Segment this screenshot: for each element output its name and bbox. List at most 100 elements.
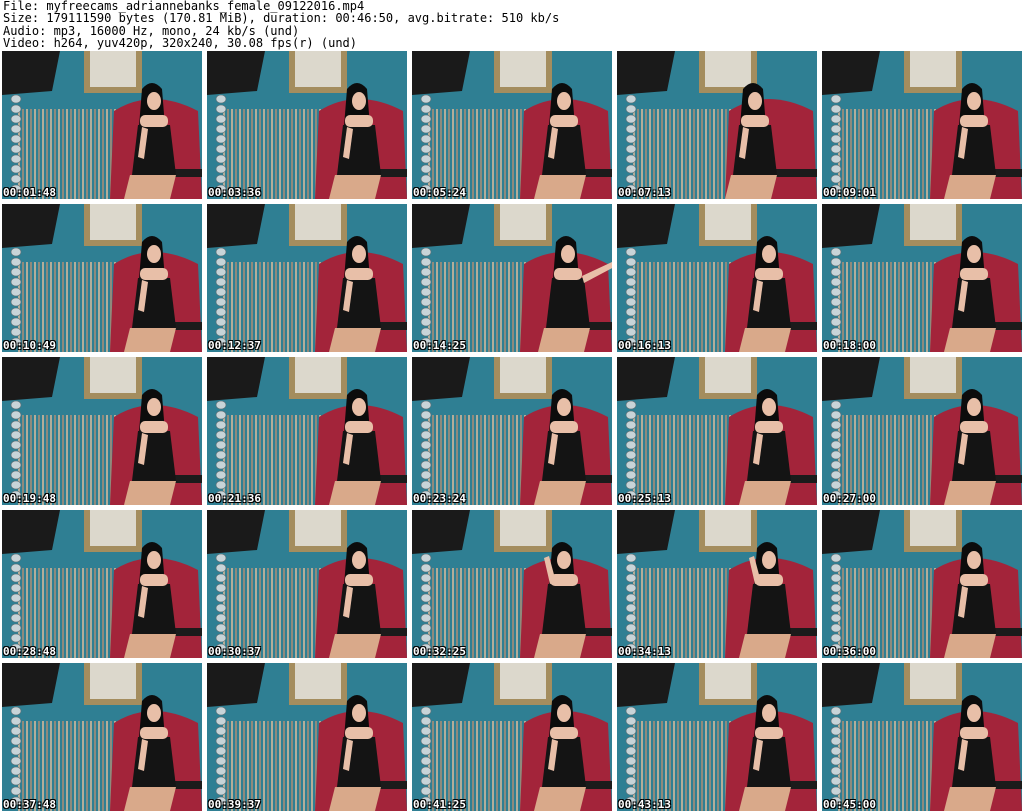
frame-image [207,51,407,199]
video-frame-thumbnail: 00:34:13 [617,510,817,658]
frame-image [207,510,407,658]
frame-image [822,663,1022,811]
lamp-shade [617,663,675,707]
frame-timestamp: 00:03:36 [208,186,261,199]
lamp-shade [617,510,675,554]
lamp-shade [412,51,470,95]
frame-timestamp: 00:05:24 [413,186,466,199]
video-frame-thumbnail: 00:39:37 [207,663,407,811]
frame-image [822,51,1022,199]
video-frame-thumbnail: 00:43:13 [617,663,817,811]
video-frame-thumbnail: 00:23:24 [412,357,612,505]
frame-image [617,663,817,811]
frame-timestamp: 00:45:00 [823,798,876,811]
frame-timestamp: 00:18:00 [823,339,876,352]
lamp-shade [617,204,675,248]
lamp-shade [412,663,470,707]
lamp-shade [2,204,60,248]
frame-image [412,357,612,505]
lamp-shade [412,357,470,401]
video-frame-thumbnail: 00:16:13 [617,204,817,352]
frame-image [412,204,612,352]
frame-image [617,204,817,352]
lamp-shade [207,204,265,248]
video-frame-thumbnail: 00:37:48 [2,663,202,811]
lamp-shade [2,663,60,707]
frame-timestamp: 00:30:37 [208,645,261,658]
frame-timestamp: 00:01:48 [3,186,56,199]
video-frame-thumbnail: 00:27:00 [822,357,1022,505]
video-frame-thumbnail: 00:32:25 [412,510,612,658]
video-frame-thumbnail: 00:36:00 [822,510,1022,658]
frame-timestamp: 00:39:37 [208,798,261,811]
video-frame-thumbnail: 00:01:48 [2,51,202,199]
frame-image [2,357,202,505]
frame-timestamp: 00:12:37 [208,339,261,352]
video-frame-thumbnail: 00:21:36 [207,357,407,505]
frame-timestamp: 00:36:00 [823,645,876,658]
lamp-shade [412,204,470,248]
lamp-shade [207,357,265,401]
frame-image [412,51,612,199]
frame-image [2,663,202,811]
file-size-line: Size: 179111590 bytes (170.81 MiB), dura… [3,11,560,26]
lamp-shade [822,204,880,248]
video-frame-thumbnail: 00:18:00 [822,204,1022,352]
frame-image [822,357,1022,505]
video-frame-thumbnail: 00:12:37 [207,204,407,352]
frame-image [617,51,817,199]
lamp-shade [822,663,880,707]
lamp-shade [2,357,60,401]
frame-image [617,357,817,505]
frame-timestamp: 00:25:13 [618,492,671,505]
lamp-shade [617,51,675,95]
frame-image [207,663,407,811]
frame-timestamp: 00:21:36 [208,492,261,505]
video-info-line: Video: h264, yuv420p, 320x240, 30.08 fps… [3,36,358,51]
lamp-shade [412,510,470,554]
keyboard [773,169,817,177]
lamp-shade [822,51,880,95]
video-frame-thumbnail: 00:25:13 [617,357,817,505]
frame-image [412,663,612,811]
frame-image [617,510,817,658]
lamp-shade [2,51,60,95]
video-frame-thumbnail: 00:03:36 [207,51,407,199]
thumbnail-grid: 00:01:48 00:03:36 00:05:24 00:07:13 00:09:01… [2,51,1022,811]
frame-image [2,510,202,658]
file-info-header: File: myfreecams_adriannebanks_female_09… [3,0,1021,50]
frame-timestamp: 00:07:13 [618,186,671,199]
frame-timestamp: 00:32:25 [413,645,466,658]
video-frame-thumbnail: 00:30:37 [207,510,407,658]
frame-timestamp: 00:41:25 [413,798,466,811]
video-frame-thumbnail: 00:10:49 [2,204,202,352]
frame-timestamp: 00:37:48 [3,798,56,811]
frame-image [822,204,1022,352]
frame-timestamp: 00:43:13 [618,798,671,811]
frame-timestamp: 00:09:01 [823,186,876,199]
frame-timestamp: 00:16:13 [618,339,671,352]
video-frame-thumbnail: 00:07:13 [617,51,817,199]
video-frame-thumbnail: 00:05:24 [412,51,612,199]
frame-image [412,510,612,658]
frame-image [822,510,1022,658]
video-frame-thumbnail: 00:41:25 [412,663,612,811]
lamp-shade [207,663,265,707]
frame-image [2,204,202,352]
frame-timestamp: 00:14:25 [413,339,466,352]
lamp-shade [207,510,265,554]
frame-image [207,204,407,352]
lamp-shade [822,510,880,554]
video-frame-thumbnail: 00:09:01 [822,51,1022,199]
frame-timestamp: 00:28:48 [3,645,56,658]
video-frame-thumbnail: 00:14:25 [412,204,612,352]
lamp-shade [207,51,265,95]
video-frame-thumbnail: 00:45:00 [822,663,1022,811]
lamp-shade [2,510,60,554]
frame-timestamp: 00:27:00 [823,492,876,505]
frame-timestamp: 00:34:13 [618,645,671,658]
video-frame-thumbnail: 00:19:48 [2,357,202,505]
lamp-shade [822,357,880,401]
video-frame-thumbnail: 00:28:48 [2,510,202,658]
frame-timestamp: 00:10:49 [3,339,56,352]
